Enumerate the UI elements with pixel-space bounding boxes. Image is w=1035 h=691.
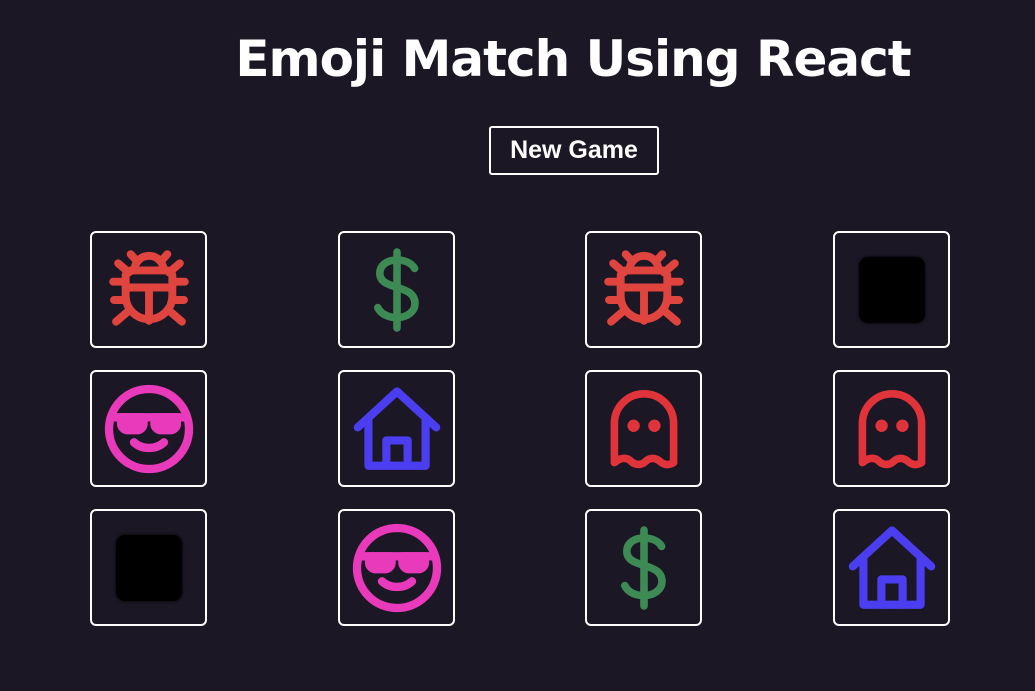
card[interactable] bbox=[833, 509, 950, 626]
card[interactable] bbox=[90, 509, 207, 626]
bug-icon bbox=[99, 240, 199, 340]
card[interactable] bbox=[90, 231, 207, 348]
card[interactable] bbox=[338, 370, 455, 487]
dollar-icon bbox=[596, 520, 692, 616]
house-icon bbox=[348, 380, 446, 478]
card[interactable] bbox=[90, 370, 207, 487]
hidden-card-square bbox=[858, 256, 925, 323]
card[interactable] bbox=[585, 231, 702, 348]
game-board bbox=[0, 0, 1035, 691]
cool-face-icon bbox=[99, 379, 199, 479]
card[interactable] bbox=[833, 231, 950, 348]
card[interactable] bbox=[585, 509, 702, 626]
ghost-icon bbox=[596, 381, 692, 477]
card[interactable] bbox=[833, 370, 950, 487]
card[interactable] bbox=[338, 509, 455, 626]
dollar-icon bbox=[349, 242, 445, 338]
hidden-card-square bbox=[115, 534, 182, 601]
cool-face-icon bbox=[347, 518, 447, 618]
ghost-icon bbox=[844, 381, 940, 477]
card[interactable] bbox=[585, 370, 702, 487]
house-icon bbox=[843, 519, 941, 617]
bug-icon bbox=[594, 240, 694, 340]
card[interactable] bbox=[338, 231, 455, 348]
